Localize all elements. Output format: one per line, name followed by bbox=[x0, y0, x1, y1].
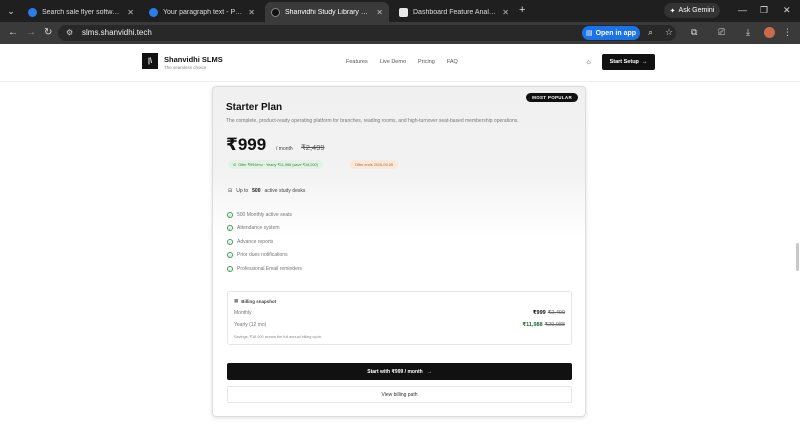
plan-price: ₹999 bbox=[226, 135, 267, 154]
plan-description: The complete, product-ready operating pl… bbox=[226, 118, 519, 124]
forward-arrow-icon[interactable]: → bbox=[26, 26, 36, 40]
page-scrollbar[interactable] bbox=[796, 243, 799, 271]
close-tab-icon[interactable]: ✕ bbox=[248, 8, 255, 17]
maximize-icon[interactable]: ❐ bbox=[760, 4, 768, 16]
offer-pill: ⊘ Offer ₹999/mo · Yearly ₹11,988 (save ₹… bbox=[228, 160, 323, 169]
brand-name: Shanvidhi SLMS bbox=[164, 55, 223, 64]
yearly-label: Yearly (12 mo) bbox=[234, 322, 267, 328]
start-plan-button[interactable]: Start with ₹999 / month → bbox=[227, 363, 572, 380]
profile-avatar[interactable] bbox=[764, 27, 775, 38]
nav-live-demo[interactable]: Live Demo bbox=[380, 59, 406, 65]
list-item: ✓ Advance reports bbox=[227, 238, 274, 245]
billing-snapshot: ▦ Billing snapshot Monthly ₹999 ₹2,499 Y… bbox=[227, 291, 572, 345]
offer-ends-pill: Offer ends 2026-09-05 bbox=[350, 160, 399, 169]
open-in-app-button[interactable]: ▤ Open in app bbox=[582, 26, 640, 40]
list-item: ✓ Attendance system bbox=[227, 225, 280, 231]
canva-favicon-icon bbox=[149, 7, 158, 17]
browser-toolbar: ← → ↻ ⚙ slms.shanvidhi.tech bbox=[0, 22, 800, 44]
desk-icon: ⊟ bbox=[228, 188, 233, 194]
nav-features[interactable]: Features bbox=[346, 59, 368, 65]
app-icon: ▤ bbox=[585, 30, 593, 37]
gemini-sparkle-icon: ✦ bbox=[669, 7, 676, 15]
calendar-icon: ▦ bbox=[234, 298, 239, 303]
nav-faq[interactable]: FAQ bbox=[447, 59, 458, 65]
plan-name: Starter Plan bbox=[226, 102, 283, 113]
brand-logo-icon[interactable]: |\ bbox=[142, 53, 158, 69]
monthly-value: ₹999 ₹2,499 bbox=[532, 310, 565, 316]
billing-title: ▦ Billing snapshot bbox=[234, 298, 277, 304]
tab-title: Shanvidhi Study Library — Mock bbox=[285, 8, 371, 16]
main-nav: Features Live Demo Pricing FAQ bbox=[346, 59, 458, 65]
check-circle-icon: ✓ bbox=[227, 238, 233, 245]
site-header: |\ Shanvidhi SLMS The seamless choice Fe… bbox=[0, 44, 800, 82]
start-setup-button[interactable]: Start Setup → bbox=[602, 54, 655, 70]
canva-favicon-icon bbox=[28, 7, 37, 17]
url-text: slms.shanvidhi.tech bbox=[82, 28, 152, 37]
close-tab-icon[interactable]: ✕ bbox=[376, 8, 383, 17]
tab-title: Dashboard Feature Analysis bbox=[413, 8, 498, 16]
tab-search-icon[interactable]: ⌄ bbox=[4, 4, 18, 18]
original-price: ₹2,499 bbox=[301, 143, 325, 152]
pricing-card: MOST POPULAR Starter Plan The complete, … bbox=[212, 86, 586, 417]
back-arrow-icon[interactable]: ← bbox=[8, 26, 18, 40]
download-icon[interactable]: ⤓ bbox=[746, 26, 750, 38]
site-favicon-icon bbox=[271, 7, 280, 17]
check-circle-icon: ✓ bbox=[227, 252, 233, 258]
cast-icon[interactable]: ⎚ bbox=[718, 26, 725, 38]
list-item: ✓ 500 Monthly active seats bbox=[227, 211, 293, 218]
tag-icon: ⊘ bbox=[233, 163, 237, 167]
list-item: ✓ Professional Email reminders bbox=[227, 265, 303, 272]
list-item: ✓ Prior dues notifications bbox=[227, 252, 288, 258]
bookmark-star-icon[interactable]: ☆ bbox=[665, 26, 673, 38]
browser-tab-1[interactable]: Search sale flyer software - Canva ✕ bbox=[22, 2, 140, 22]
yearly-value: ₹11,988 ₹29,988 bbox=[522, 322, 565, 328]
monthly-label: Monthly bbox=[234, 310, 252, 316]
savings-note: Savings: ₹18,000 across the full annual … bbox=[234, 335, 323, 339]
arrow-right-icon: → bbox=[641, 59, 648, 65]
feature-list: ✓ 500 Monthly active seats ✓ Attendance … bbox=[227, 211, 302, 272]
price-period: / month bbox=[276, 146, 293, 152]
menu-kebab-icon[interactable]: ⋮ bbox=[783, 26, 792, 38]
tab-title: Your paragraph text - Poster bbox=[163, 8, 244, 16]
reload-icon[interactable]: ↻ bbox=[44, 26, 52, 40]
view-billing-path-button[interactable]: View billing path bbox=[227, 386, 572, 403]
ask-gemini-button[interactable]: ✦ Ask Gemini bbox=[664, 3, 720, 18]
desks-capacity: ⊟ Up to 500 active study desks bbox=[228, 188, 306, 194]
check-circle-icon: ✓ bbox=[227, 225, 233, 231]
minimize-icon[interactable]: — bbox=[738, 4, 747, 16]
browser-tab-3[interactable]: Shanvidhi Study Library — Mock ✕ bbox=[265, 2, 389, 22]
browser-tab-2[interactable]: Your paragraph text - Poster ✕ bbox=[143, 2, 261, 22]
most-popular-badge: MOST POPULAR bbox=[526, 93, 578, 102]
browser-tab-bar: ⌄ Search sale flyer software - Canva ✕ Y… bbox=[0, 0, 800, 22]
theme-toggle-sun-icon[interactable]: ☼ bbox=[585, 57, 592, 66]
zoom-icon[interactable]: ⌕ bbox=[648, 26, 653, 38]
close-window-icon[interactable]: ✕ bbox=[783, 4, 791, 16]
dashboard-favicon-icon bbox=[399, 7, 408, 17]
close-tab-icon[interactable]: ✕ bbox=[502, 8, 509, 17]
arrow-right-icon: → bbox=[426, 368, 432, 375]
new-tab-button[interactable]: + bbox=[519, 4, 525, 16]
brand-tagline: The seamless choice bbox=[164, 65, 207, 70]
check-circle-icon: ✓ bbox=[227, 265, 233, 272]
nav-pricing[interactable]: Pricing bbox=[418, 59, 435, 65]
browser-tab-4[interactable]: Dashboard Feature Analysis ✕ bbox=[393, 2, 515, 22]
extensions-icon[interactable]: ⧉ bbox=[691, 26, 697, 38]
close-tab-icon[interactable]: ✕ bbox=[127, 8, 134, 17]
tab-title: Search sale flyer software - Canva bbox=[42, 8, 123, 16]
site-info-icon[interactable]: ⚙ bbox=[66, 28, 76, 38]
check-circle-icon: ✓ bbox=[227, 211, 233, 218]
